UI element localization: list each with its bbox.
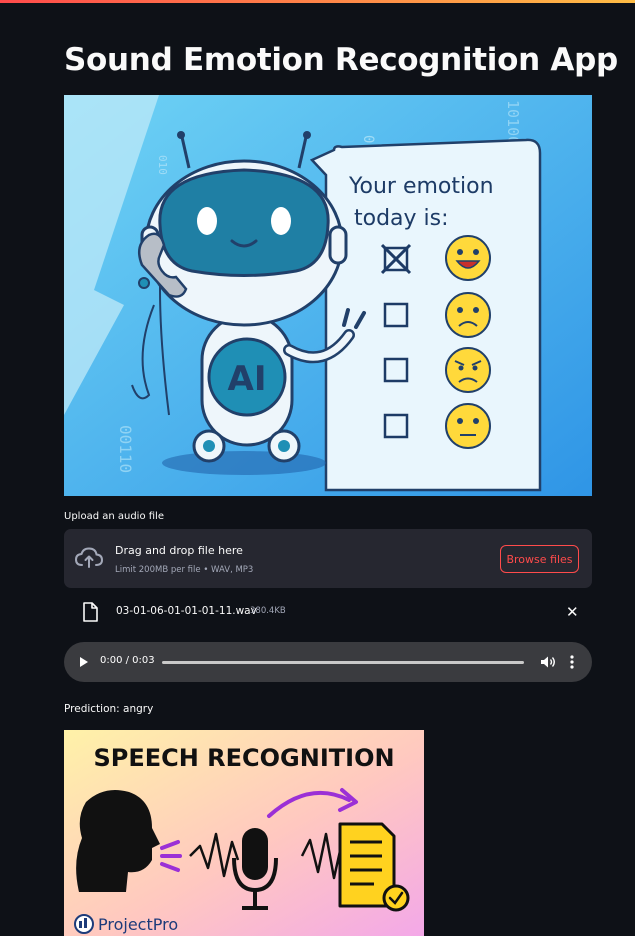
brand-name: ProjectPro bbox=[98, 915, 178, 934]
browse-files-button[interactable]: Browse files bbox=[500, 545, 579, 573]
file-limit-text: Limit 200MB per file • WAV, MP3 bbox=[115, 565, 254, 575]
file-dropzone[interactable]: Drag and drop file here Limit 200MB per … bbox=[64, 529, 592, 588]
close-icon[interactable]: ✕ bbox=[566, 605, 579, 620]
play-icon[interactable] bbox=[80, 657, 88, 667]
uploaded-file-name: 03-01-06-01-01-01-11.wav bbox=[116, 605, 257, 617]
drop-instruction: Drag and drop file here bbox=[115, 544, 243, 557]
speech-illustration: SPEECH RECOGNITION ProjectPro bbox=[64, 730, 424, 936]
sad-emoji-icon bbox=[445, 292, 491, 338]
uploaded-file-row: 03-01-06-01-01-01-11.wav 380.4KB ✕ bbox=[64, 598, 592, 626]
audio-player: 0:00 / 0:03 bbox=[64, 642, 592, 682]
bubble-heading-2: today is: bbox=[354, 206, 449, 231]
neutral-emoji-icon bbox=[445, 403, 491, 449]
playback-time: 0:00 / 0:03 bbox=[100, 655, 155, 666]
binary-text: 00110 bbox=[116, 425, 135, 473]
binary-text: 010 bbox=[156, 155, 169, 175]
hero-illustration: 0111 10100111 00110 010 0101 Your emotio… bbox=[64, 95, 592, 496]
happy-emoji-icon bbox=[445, 235, 491, 281]
hero-image: 0111 10100111 00110 010 0101 Your emotio… bbox=[64, 95, 592, 496]
angry-emoji-icon bbox=[445, 347, 491, 393]
speech-title: SPEECH RECOGNITION bbox=[93, 744, 394, 772]
seek-bar[interactable] bbox=[162, 661, 524, 664]
speech-recognition-image: SPEECH RECOGNITION ProjectPro bbox=[64, 730, 424, 936]
volume-icon[interactable] bbox=[540, 655, 556, 669]
upload-label: Upload an audio file bbox=[64, 511, 164, 522]
upload-cloud-icon bbox=[75, 547, 103, 568]
page-title: Sound Emotion Recognition App bbox=[64, 42, 618, 78]
uploaded-file-size: 380.4KB bbox=[250, 606, 286, 616]
projectpro-logo: ProjectPro bbox=[74, 914, 178, 934]
check-badge-icon bbox=[382, 884, 410, 912]
microphone-icon bbox=[242, 828, 268, 880]
prediction-result: Prediction: angry bbox=[64, 703, 154, 715]
top-accent-bar bbox=[0, 0, 635, 3]
file-icon bbox=[83, 602, 98, 622]
more-vert-icon[interactable] bbox=[570, 654, 574, 670]
robot-badge: AI bbox=[228, 359, 267, 399]
bubble-heading-1: Your emotion bbox=[348, 174, 494, 199]
